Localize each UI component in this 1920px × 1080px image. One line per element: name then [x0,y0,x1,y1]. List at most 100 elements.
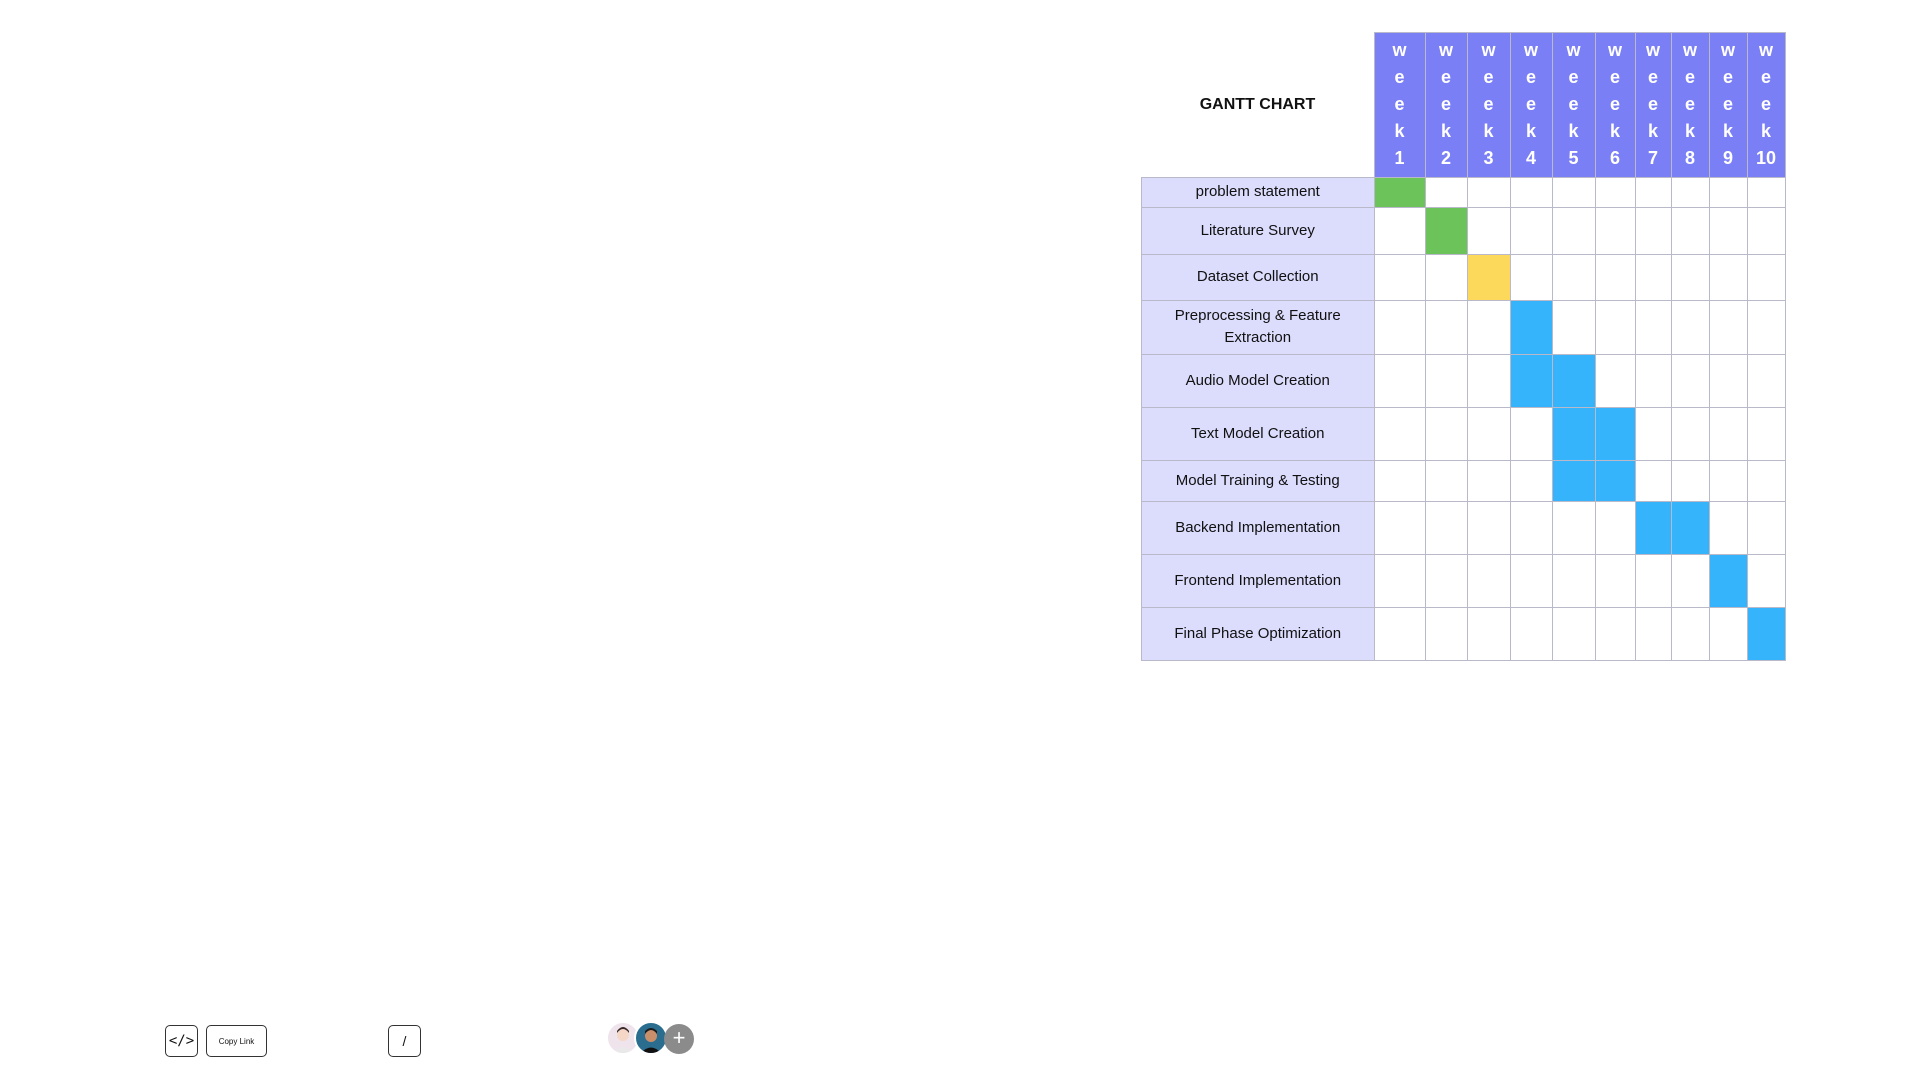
week-header-3: week3 [1466,32,1511,178]
gantt-empty-cell [1373,206,1426,255]
table-row: Backend Implementation [1141,500,1786,555]
gantt-empty-cell [1466,459,1511,502]
gantt-empty-cell [1551,606,1596,661]
gantt-empty-cell [1670,553,1710,608]
week-header-7: week7 [1634,32,1672,178]
gantt-empty-cell [1708,176,1748,208]
task-label: Model Training & Testing [1141,459,1375,502]
gantt-empty-cell [1634,206,1672,255]
gantt-empty-cell [1551,206,1596,255]
gantt-empty-cell [1746,553,1786,608]
gantt-bar-cell [1670,500,1710,555]
gantt-bar-cell [1551,406,1596,461]
gantt-empty-cell [1670,253,1710,301]
gantt-empty-cell [1424,353,1468,408]
gantt-empty-cell [1424,553,1468,608]
gantt-empty-cell [1708,353,1748,408]
gantt-empty-cell [1594,299,1636,355]
slash-command-button[interactable]: / [388,1025,421,1057]
week-header-9: week9 [1708,32,1748,178]
collaborator-avatars: + [606,1021,698,1057]
table-row: Final Phase Optimization [1141,606,1786,661]
gantt-bar-cell [1708,553,1748,608]
gantt-empty-cell [1509,606,1553,661]
week-header-8: week8 [1670,32,1710,178]
gantt-empty-cell [1509,459,1553,502]
gantt-empty-cell [1634,253,1672,301]
gantt-empty-cell [1708,299,1748,355]
gantt-empty-cell [1551,553,1596,608]
gantt-empty-cell [1594,500,1636,555]
gantt-empty-cell [1594,206,1636,255]
gantt-empty-cell [1466,500,1511,555]
gantt-empty-cell [1373,459,1426,502]
gantt-empty-cell [1746,176,1786,208]
gantt-bar-cell [1466,253,1511,301]
gantt-empty-cell [1466,206,1511,255]
task-label: Preprocessing & Feature Extraction [1141,299,1375,355]
gantt-bar-cell [1634,500,1672,555]
gantt-empty-cell [1373,500,1426,555]
table-row: Audio Model Creation [1141,353,1786,408]
add-collaborator-icon[interactable]: + [664,1024,694,1054]
gantt-empty-cell [1708,206,1748,255]
gantt-empty-cell [1509,500,1553,555]
gantt-empty-cell [1670,406,1710,461]
gantt-chart-table: GANTT CHART week1week2week3week4week5wee… [1141,32,1786,661]
gantt-empty-cell [1424,176,1468,208]
gantt-empty-cell [1708,500,1748,555]
gantt-empty-cell [1466,176,1511,208]
gantt-empty-cell [1424,299,1468,355]
gantt-empty-cell [1424,459,1468,502]
gantt-empty-cell [1373,353,1426,408]
table-row: Model Training & Testing [1141,459,1786,502]
task-label: Final Phase Optimization [1141,606,1375,661]
gantt-header-row: GANTT CHART week1week2week3week4week5wee… [1141,32,1786,178]
gantt-empty-cell [1594,176,1636,208]
task-label: Text Model Creation [1141,406,1375,461]
gantt-empty-cell [1708,253,1748,301]
gantt-empty-cell [1746,459,1786,502]
user-avatar-icon [641,1028,661,1053]
gantt-empty-cell [1424,253,1468,301]
gantt-bar-cell [1551,353,1596,408]
gantt-empty-cell [1746,353,1786,408]
gantt-empty-cell [1373,553,1426,608]
gantt-bar-cell [1551,459,1596,502]
gantt-empty-cell [1746,500,1786,555]
gantt-task-rows: problem statement Literature Survey Datase… [1141,176,1786,661]
gantt-bar-cell [1424,206,1468,255]
gantt-bar-cell [1594,406,1636,461]
gantt-empty-cell [1509,206,1553,255]
gantt-empty-cell [1509,553,1553,608]
gantt-empty-cell [1594,553,1636,608]
gantt-empty-cell [1634,459,1672,502]
gantt-empty-cell [1424,606,1468,661]
gantt-empty-cell [1634,353,1672,408]
gantt-bar-cell [1746,606,1786,661]
task-label: Literature Survey [1141,206,1375,255]
gantt-empty-cell [1746,253,1786,301]
gantt-empty-cell [1634,606,1672,661]
gantt-empty-cell [1424,406,1468,461]
gantt-empty-cell [1708,406,1748,461]
gantt-empty-cell [1509,253,1553,301]
gantt-empty-cell [1594,606,1636,661]
gantt-empty-cell [1746,299,1786,355]
gantt-empty-cell [1466,406,1511,461]
gantt-empty-cell [1746,406,1786,461]
avatar[interactable] [634,1021,668,1055]
gantt-empty-cell [1634,299,1672,355]
gantt-bar-cell [1509,299,1553,355]
gantt-empty-cell [1373,606,1426,661]
gantt-empty-cell [1424,500,1468,555]
gantt-empty-cell [1373,253,1426,301]
week-header-10: w e e k 10 [1746,32,1786,178]
embed-code-button[interactable]: </> [165,1025,198,1057]
copy-link-button[interactable]: Copy Link [206,1025,267,1057]
task-label: Audio Model Creation [1141,353,1375,408]
gantt-empty-cell [1509,176,1553,208]
gantt-empty-cell [1746,206,1786,255]
gantt-empty-cell [1373,406,1426,461]
gantt-bar-cell [1373,176,1426,208]
